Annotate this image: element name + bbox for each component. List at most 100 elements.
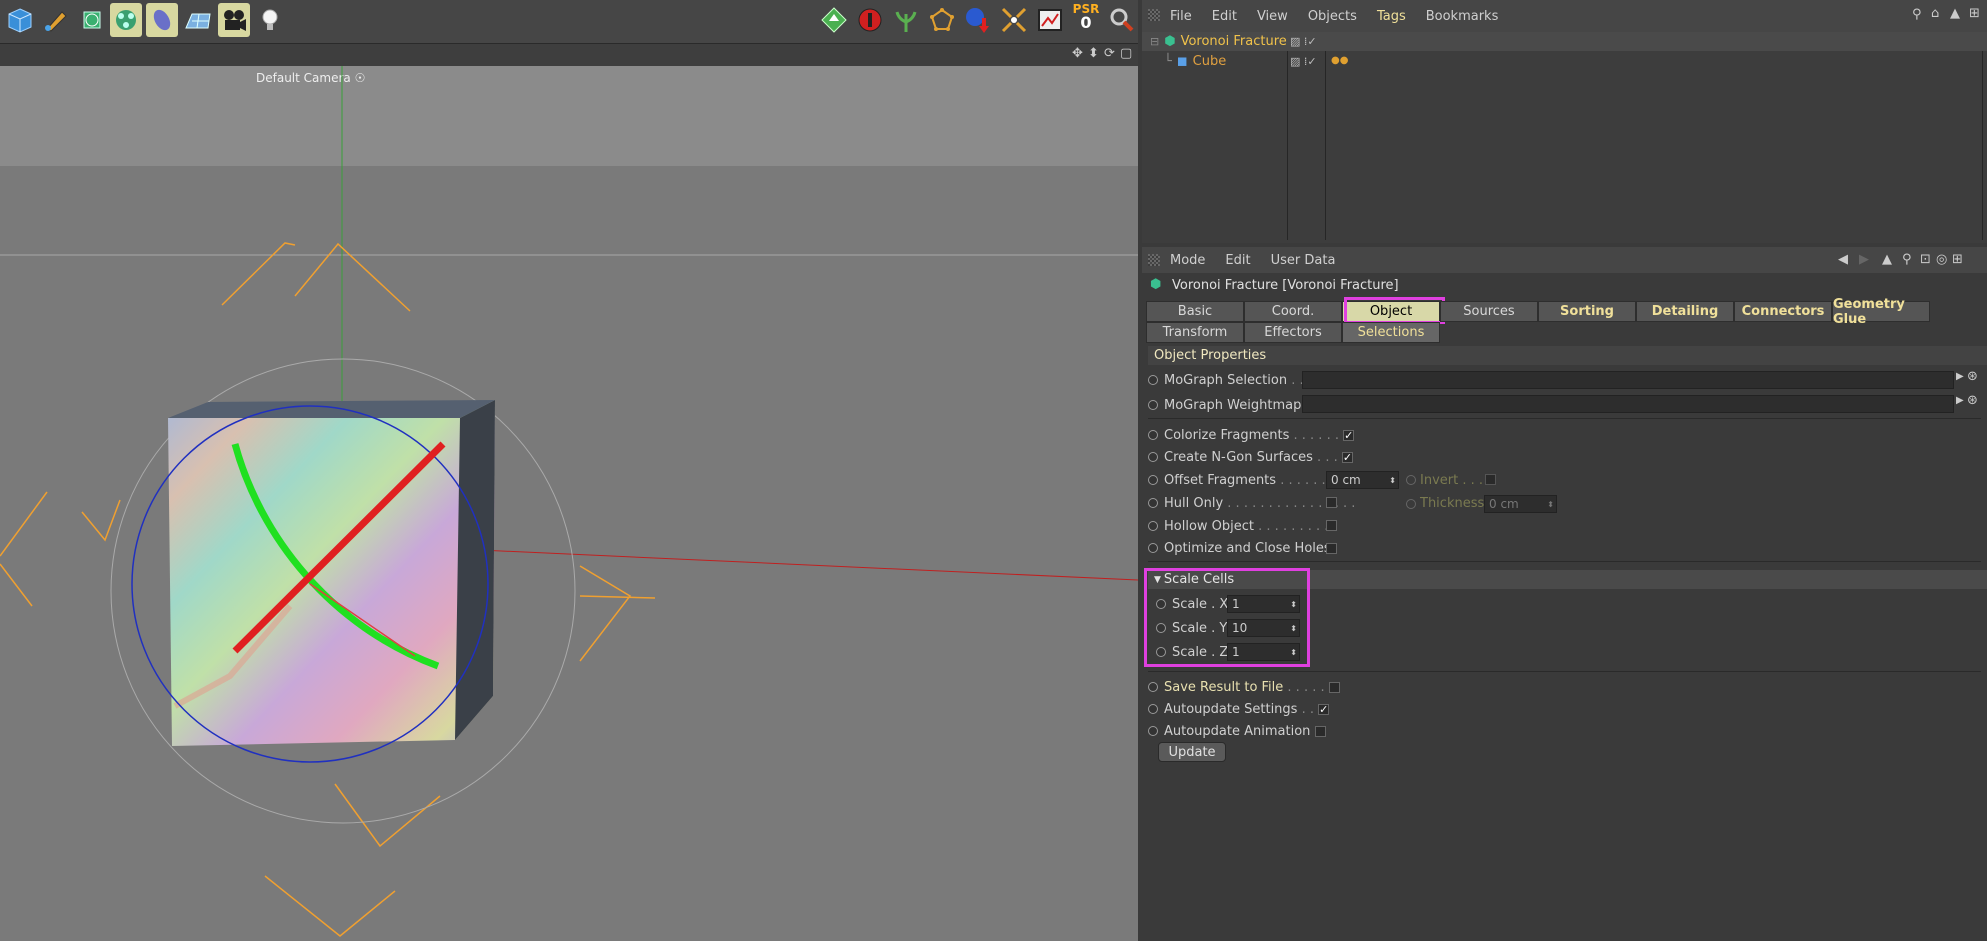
subdivision-icon[interactable] xyxy=(76,3,108,37)
menu-edit[interactable]: Edit xyxy=(1225,253,1250,268)
floor-icon[interactable] xyxy=(182,3,214,37)
move-view-icon[interactable]: ✥ xyxy=(1072,46,1083,61)
animate-radio[interactable] xyxy=(1148,682,1158,692)
camera-icon[interactable] xyxy=(218,3,250,37)
stepper-icon[interactable]: ⬍ xyxy=(1547,500,1554,509)
search-icon[interactable]: ⚲ xyxy=(1912,7,1922,22)
zoom-view-icon[interactable]: ⬍ xyxy=(1088,46,1099,61)
new-panel-icon[interactable]: ⊞ xyxy=(1952,252,1963,267)
mograph-selection-field[interactable] xyxy=(1302,371,1954,389)
panel-grip-icon[interactable] xyxy=(1148,254,1160,266)
object-name-cube[interactable]: Cube xyxy=(1193,54,1227,69)
animate-radio[interactable] xyxy=(1148,726,1158,736)
offset-fragments-input[interactable]: 0 cm ⬍ xyxy=(1326,471,1399,489)
row-hollow-object: Hollow Object . . . . . . . . . . xyxy=(1148,516,1341,536)
object-name-voronoi[interactable]: Voronoi Fracture xyxy=(1181,34,1287,49)
tab-transform[interactable]: Transform xyxy=(1146,322,1244,343)
object-row-cube[interactable]: └ ◼ Cube xyxy=(1164,52,1226,71)
menu-tags[interactable]: Tags xyxy=(1377,9,1406,24)
home-icon[interactable]: ⌂ xyxy=(1931,6,1939,21)
stepper-icon[interactable]: ⬍ xyxy=(1389,476,1396,485)
psr-value: 0 xyxy=(1080,13,1092,32)
tab-effectors[interactable]: Effectors xyxy=(1244,322,1342,343)
pick-icon[interactable]: ⊛ xyxy=(1967,369,1978,384)
magnifier-icon[interactable] xyxy=(1106,3,1138,37)
menu-edit[interactable]: Edit xyxy=(1212,9,1237,24)
menu-file[interactable]: File xyxy=(1170,9,1192,24)
render-region-icon[interactable] xyxy=(818,3,850,37)
forward-arrow-icon[interactable]: ▶ xyxy=(1859,252,1869,267)
tab-detailing[interactable]: Detailing xyxy=(1636,301,1734,322)
invert-checkbox[interactable] xyxy=(1485,474,1496,485)
tab-basic[interactable]: Basic xyxy=(1146,301,1244,322)
lock-icon[interactable]: ⊡ xyxy=(1920,252,1931,267)
tab-selections[interactable]: Selections xyxy=(1342,322,1440,343)
label-colorize: Colorize Fragments xyxy=(1164,427,1290,443)
light-icon[interactable] xyxy=(254,3,286,37)
label-mograph-weightmap: MoGraph Weightmap xyxy=(1164,397,1302,413)
save-result-checkbox[interactable] xyxy=(1328,681,1340,693)
mograph-cloner-icon[interactable] xyxy=(110,3,142,37)
collapse-icon[interactable]: ⊟ xyxy=(1150,35,1159,48)
pick-icon[interactable]: ⊛ xyxy=(1967,393,1978,408)
field-arrow-icon[interactable]: ▶ xyxy=(1956,395,1964,406)
pen-icon[interactable] xyxy=(40,3,72,37)
animate-radio[interactable] xyxy=(1148,475,1158,485)
tab-geometry-glue[interactable]: Geometry Glue xyxy=(1832,297,1930,327)
animate-radio[interactable] xyxy=(1148,521,1158,531)
hollow-checkbox[interactable] xyxy=(1326,520,1337,531)
animate-radio[interactable] xyxy=(1148,375,1158,385)
animate-radio[interactable] xyxy=(1148,400,1158,410)
animate-radio[interactable] xyxy=(1148,430,1158,440)
visibility-dots-cube[interactable]: ▨ ⁞✓ xyxy=(1290,55,1317,68)
animate-radio[interactable] xyxy=(1406,475,1416,485)
mograph-weightmap-field[interactable] xyxy=(1302,395,1954,413)
tab-sorting[interactable]: Sorting xyxy=(1538,301,1636,322)
tab-coord[interactable]: Coord. xyxy=(1244,301,1342,322)
3d-viewport[interactable]: ✥ ⬍ ⟳ ▢ Default Camera ☉ xyxy=(0,44,1138,941)
thickness-input[interactable]: 0 cm ⬍ xyxy=(1484,495,1557,513)
field-arrow-icon[interactable]: ▶ xyxy=(1956,371,1964,382)
colorize-checkbox[interactable]: ✓ xyxy=(1343,429,1355,441)
sphere-drop-icon[interactable] xyxy=(962,3,994,37)
animate-radio[interactable] xyxy=(1148,498,1158,508)
animate-radio[interactable] xyxy=(1148,452,1158,462)
points-icon[interactable] xyxy=(926,3,958,37)
picture-viewer-icon[interactable] xyxy=(1034,3,1066,37)
new-panel-icon[interactable]: ⊞ xyxy=(1969,6,1980,21)
animate-radio[interactable] xyxy=(1406,499,1416,509)
animate-radio[interactable] xyxy=(1148,543,1158,553)
voronoi-icon: ⬢ xyxy=(1164,34,1176,49)
pointer-icon[interactable]: ▲ xyxy=(1882,252,1892,267)
ngon-checkbox[interactable]: ✓ xyxy=(1341,451,1353,463)
search-icon[interactable]: ⚲ xyxy=(1902,252,1912,267)
menu-bookmarks[interactable]: Bookmarks xyxy=(1426,9,1499,24)
rotate-view-icon[interactable]: ⟳ xyxy=(1104,46,1115,61)
menu-user-data[interactable]: User Data xyxy=(1271,253,1336,268)
psr-indicator[interactable]: PSR 0 xyxy=(1070,3,1102,37)
tag-icon[interactable]: ●● xyxy=(1331,55,1348,66)
menu-objects[interactable]: Objects xyxy=(1308,9,1357,24)
settings-icon[interactable]: ◎ xyxy=(1936,252,1947,267)
autoupdate-settings-checkbox[interactable]: ✓ xyxy=(1318,703,1330,715)
deformer-icon[interactable] xyxy=(146,3,178,37)
panel-grip-icon[interactable] xyxy=(1148,9,1160,21)
maximize-view-icon[interactable]: ▢ xyxy=(1120,46,1132,61)
cube-icon[interactable] xyxy=(4,3,36,37)
back-arrow-icon[interactable]: ◀ xyxy=(1838,252,1848,267)
optimize-checkbox[interactable] xyxy=(1326,543,1337,554)
animate-radio[interactable] xyxy=(1148,704,1158,714)
visibility-dots-voronoi[interactable]: ▨ ⁞✓ xyxy=(1290,35,1317,48)
hull-only-checkbox[interactable] xyxy=(1326,497,1337,508)
update-button[interactable]: Update xyxy=(1158,742,1226,762)
menu-mode[interactable]: Mode xyxy=(1170,253,1205,268)
autoupdate-animation-checkbox[interactable] xyxy=(1314,725,1326,737)
up-icon[interactable]: ▲ xyxy=(1950,6,1960,21)
object-row-voronoi[interactable]: ⊟ ⬢ Voronoi Fracture xyxy=(1150,32,1287,51)
sprout-icon[interactable] xyxy=(890,3,922,37)
stop-icon[interactable] xyxy=(854,3,886,37)
explode-icon[interactable] xyxy=(998,3,1030,37)
menu-view[interactable]: View xyxy=(1257,9,1288,24)
tab-connectors[interactable]: Connectors xyxy=(1734,301,1832,322)
tab-sources[interactable]: Sources xyxy=(1440,301,1538,322)
